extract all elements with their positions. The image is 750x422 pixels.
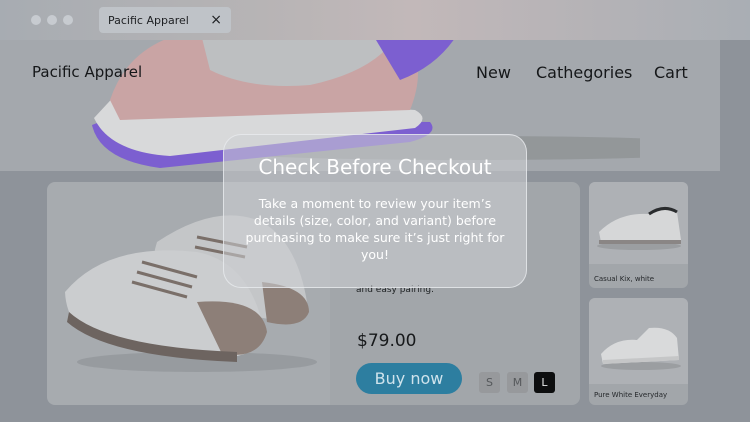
window-maximize-dot[interactable] — [63, 15, 73, 25]
browser-tab[interactable]: Pacific Apparel × — [99, 7, 231, 33]
recommendation-caption-2: Pure White Everyday — [594, 391, 668, 399]
recommendation-card-2[interactable]: Pure White Everyday — [589, 298, 688, 405]
product-price: $79.00 — [357, 331, 417, 351]
tab-title: Pacific Apparel — [108, 13, 189, 27]
modal-body: Take a moment to review your item’s deta… — [245, 196, 505, 262]
check-before-checkout-modal[interactable]: Check Before Checkout Take a moment to r… — [223, 134, 527, 288]
recommendation-image-1 — [589, 182, 688, 264]
nav-new[interactable]: New — [476, 63, 511, 82]
size-option-s[interactable]: S — [479, 372, 500, 393]
brand-logo[interactable]: Pacific Apparel — [32, 63, 142, 81]
size-option-m[interactable]: M — [507, 372, 528, 393]
nav-cart[interactable]: Cart — [654, 63, 688, 82]
browser-chrome: Pacific Apparel × — [0, 0, 750, 40]
recommendation-caption-1: Casual Kix, white — [594, 275, 655, 283]
size-option-l[interactable]: L — [534, 372, 555, 393]
recommendation-card-1[interactable]: Casual Kix, white — [589, 182, 688, 288]
window-minimize-dot[interactable] — [47, 15, 57, 25]
buy-now-button[interactable]: Buy now — [356, 363, 462, 394]
nav-categories[interactable]: Cathegories — [536, 63, 632, 82]
modal-title: Check Before Checkout — [258, 155, 492, 179]
recommendation-image-2 — [589, 298, 688, 384]
close-icon[interactable]: × — [210, 13, 222, 27]
window-close-dot[interactable] — [31, 15, 41, 25]
